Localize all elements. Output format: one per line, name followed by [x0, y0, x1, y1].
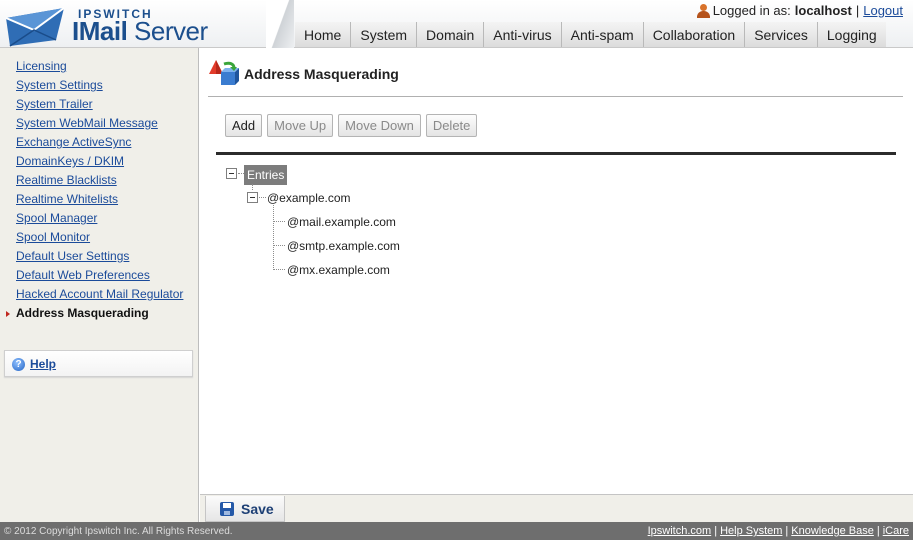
tree-node-entries[interactable]: Entries	[244, 165, 288, 185]
logo-product-text: IMail Server	[72, 16, 208, 47]
tab-anti-virus[interactable]: Anti-virus	[483, 22, 561, 47]
tree-connector	[259, 197, 266, 198]
tree-connector	[252, 184, 253, 190]
sidebar-item-spool-monitor[interactable]: Spool Monitor	[16, 230, 183, 249]
header-bar: IPSWITCH IMail Server Logged in as: loca…	[0, 0, 913, 48]
floppy-disk-icon	[220, 501, 234, 516]
sidebar-item-hacked-account-mail-regulator[interactable]: Hacked Account Mail Regulator	[16, 287, 183, 306]
sidebar-item-exchange-activesync[interactable]: Exchange ActiveSync	[16, 135, 183, 154]
main-nav: Home System Domain Anti-virus Anti-spam …	[295, 22, 886, 47]
tree-node-domain[interactable]: @example.com	[267, 191, 351, 205]
tab-services[interactable]: Services	[744, 22, 817, 47]
tree-node-child[interactable]: @mail.example.com	[287, 215, 396, 229]
sidebar-item-default-web-preferences[interactable]: Default Web Preferences	[16, 268, 183, 287]
tree-connector	[273, 205, 274, 270]
tab-logging[interactable]: Logging	[816, 22, 886, 47]
sidebar-item-address-masquerading[interactable]: Address Masquerading	[5, 306, 183, 325]
tab-collaboration[interactable]: Collaboration	[642, 22, 745, 47]
save-bar: Save	[200, 494, 913, 522]
save-button[interactable]: Save	[205, 496, 285, 522]
help-icon: ?	[12, 358, 25, 371]
tree-connector	[273, 269, 285, 270]
tree-connector	[273, 245, 285, 246]
collapse-entries-icon[interactable]	[226, 168, 237, 179]
user-icon	[696, 3, 710, 18]
footer-link-ipswitch[interactable]: Ipswitch.com	[648, 525, 712, 537]
footer: © 2012 Copyright Ipswitch Inc. All Right…	[0, 522, 913, 540]
footer-link-knowledge-base[interactable]: Knowledge Base	[791, 525, 874, 537]
sidebar-item-licensing[interactable]: Licensing	[16, 59, 183, 78]
collapse-domain-icon[interactable]	[247, 192, 258, 203]
footer-separator: |	[876, 525, 880, 537]
login-status: Logged in as: localhost | Logout	[696, 3, 903, 18]
tree-node-child[interactable]: @smtp.example.com	[287, 239, 400, 253]
footer-link-icare[interactable]: iCare	[883, 525, 909, 537]
envelope-logo-icon	[5, 7, 65, 47]
logout-link[interactable]: Logout	[863, 3, 903, 18]
tree-connector	[273, 221, 285, 222]
tab-system[interactable]: System	[350, 22, 417, 47]
copyright-text: © 2012 Copyright Ipswitch Inc. All Right…	[4, 526, 233, 537]
sidebar-item-realtime-whitelists[interactable]: Realtime Whitelists	[16, 192, 183, 211]
help-link[interactable]: Help	[30, 357, 56, 371]
save-label: Save	[241, 500, 274, 517]
login-prefix: Logged in as:	[712, 3, 791, 18]
sidebar: Licensing System Settings System Trailer…	[0, 48, 199, 522]
sidebar-links: Licensing System Settings System Trailer…	[5, 59, 183, 325]
login-username: localhost	[794, 3, 852, 18]
tree-node-child[interactable]: @mx.example.com	[287, 263, 390, 277]
entries-tree: Entries @example.com @mail.example.com @…	[200, 48, 913, 494]
sidebar-item-system-settings[interactable]: System Settings	[16, 78, 183, 97]
footer-links: Ipswitch.com | Help System | Knowledge Base |…	[648, 525, 909, 537]
sidebar-item-spool-manager[interactable]: Spool Manager	[16, 211, 183, 230]
main-content: Address Masquerading Add Move Up Move Do…	[200, 48, 913, 494]
sidebar-item-realtime-blacklists[interactable]: Realtime Blacklists	[16, 173, 183, 192]
help-panel: ? Help	[4, 350, 193, 377]
footer-separator: |	[785, 525, 789, 537]
sidebar-item-default-user-settings[interactable]: Default User Settings	[16, 249, 183, 268]
footer-link-help-system[interactable]: Help System	[720, 525, 782, 537]
logo-product-rest: Server	[127, 16, 208, 46]
tab-home[interactable]: Home	[295, 22, 351, 47]
sidebar-item-domainkeys-dkim[interactable]: DomainKeys / DKIM	[16, 154, 183, 173]
sidebar-item-system-webmail-message[interactable]: System WebMail Message	[16, 116, 183, 135]
sidebar-item-system-trailer[interactable]: System Trailer	[16, 97, 183, 116]
tab-anti-spam[interactable]: Anti-spam	[560, 22, 643, 47]
login-separator: |	[855, 3, 860, 18]
tab-domain[interactable]: Domain	[416, 22, 484, 47]
logo-product-bold: IMail	[72, 16, 128, 46]
header-fold-decoration	[266, 0, 294, 48]
imail-server-logo: IPSWITCH IMail Server	[4, 4, 294, 48]
footer-separator: |	[714, 525, 718, 537]
